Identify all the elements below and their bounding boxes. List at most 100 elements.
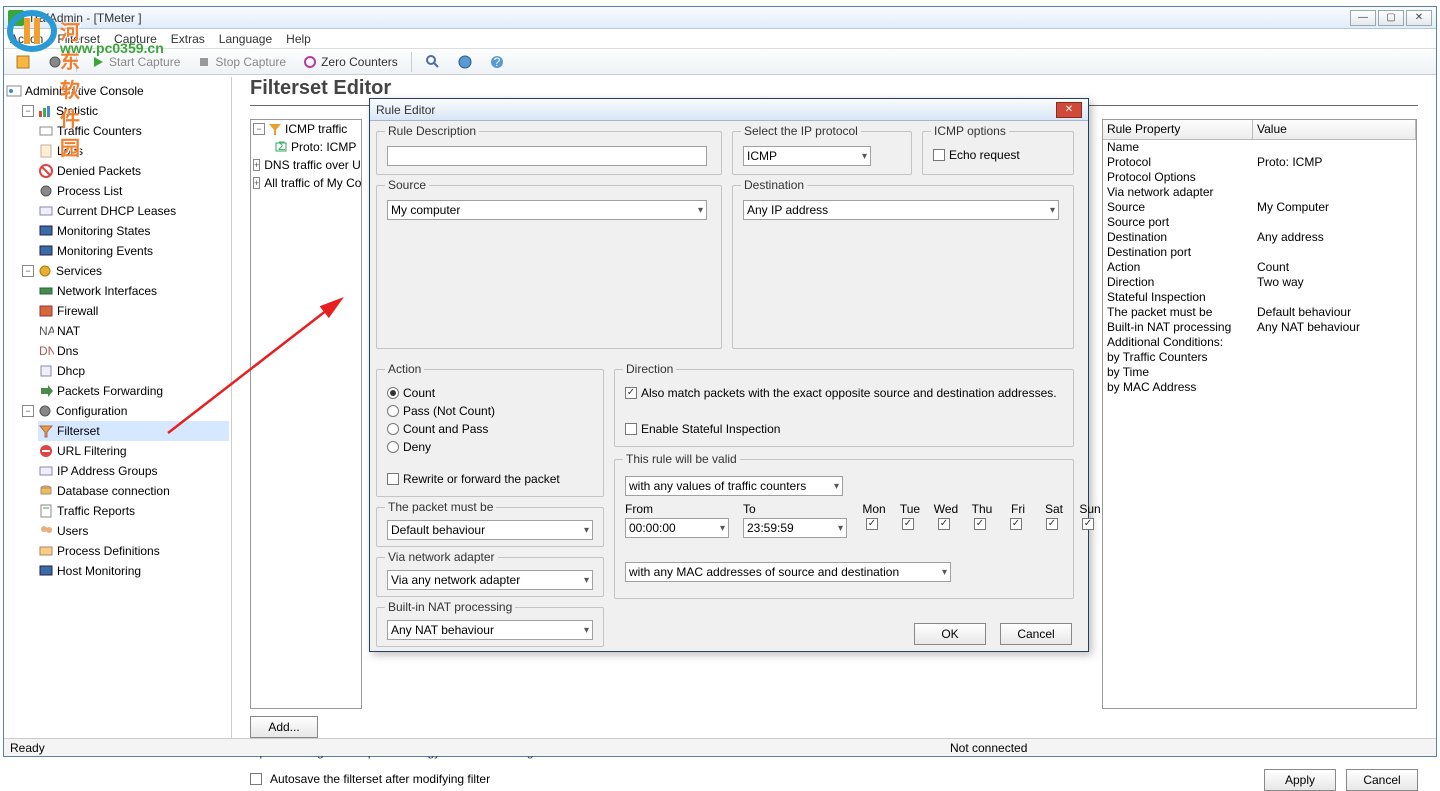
- direction-match-checkbox[interactable]: [625, 387, 637, 399]
- tree-traffic-reports[interactable]: Traffic Reports: [38, 501, 229, 521]
- tree-network-interfaces[interactable]: Network Interfaces: [38, 281, 229, 301]
- expand-icon[interactable]: +: [253, 159, 260, 171]
- rewrite-checkbox[interactable]: [387, 473, 399, 485]
- collapse-icon[interactable]: −: [22, 405, 34, 417]
- traffic-counter-combo[interactable]: with any values of traffic counters: [625, 476, 843, 496]
- menu-language[interactable]: Language: [219, 32, 272, 46]
- echo-request-checkbox[interactable]: [933, 149, 945, 161]
- tb-wizard[interactable]: [10, 52, 36, 72]
- tree-dns[interactable]: DNSDns: [38, 341, 229, 361]
- source-combo[interactable]: My computer: [387, 200, 707, 220]
- ok-button[interactable]: OK: [914, 623, 986, 645]
- prop-row[interactable]: Additional Conditions:: [1103, 335, 1416, 350]
- mac-combo[interactable]: with any MAC addresses of source and des…: [625, 562, 951, 582]
- packet-combo[interactable]: Default behaviour: [387, 520, 593, 540]
- collapse-icon[interactable]: −: [22, 105, 34, 117]
- menu-help[interactable]: Help: [286, 32, 311, 46]
- tree-ip-groups[interactable]: IP Address Groups: [38, 461, 229, 481]
- tree-process-list[interactable]: Process List: [38, 181, 229, 201]
- tree-process-definitions[interactable]: Process Definitions: [38, 541, 229, 561]
- prop-row[interactable]: Stateful Inspection: [1103, 290, 1416, 305]
- tree-users[interactable]: Users: [38, 521, 229, 541]
- tree-url-filtering[interactable]: URL Filtering: [38, 441, 229, 461]
- prop-row[interactable]: Destination port: [1103, 245, 1416, 260]
- day-fri-checkbox[interactable]: [1010, 518, 1022, 530]
- tree-packets-forwarding[interactable]: Packets Forwarding: [38, 381, 229, 401]
- zero-counters-button[interactable]: Zero Counters: [297, 52, 403, 72]
- action-count-radio[interactable]: [387, 387, 399, 399]
- prop-row[interactable]: ActionCount: [1103, 260, 1416, 275]
- to-time-combo[interactable]: 23:59:59: [743, 518, 847, 538]
- action-countpass-radio[interactable]: [387, 423, 399, 435]
- cancel-button[interactable]: Cancel: [1346, 769, 1418, 791]
- collapse-icon[interactable]: −: [253, 123, 265, 135]
- prop-h2[interactable]: Value: [1253, 120, 1416, 139]
- tree-logs[interactable]: Logs: [38, 141, 229, 161]
- day-thu-checkbox[interactable]: [974, 518, 986, 530]
- close-button[interactable]: ✕: [1406, 10, 1432, 26]
- tree-services[interactable]: −Services: [22, 261, 229, 281]
- day-tue-checkbox[interactable]: [902, 518, 914, 530]
- prop-row[interactable]: Source port: [1103, 215, 1416, 230]
- prop-row[interactable]: DestinationAny address: [1103, 230, 1416, 245]
- tree-dhcp-leases[interactable]: Current DHCP Leases: [38, 201, 229, 221]
- apply-button[interactable]: Apply: [1264, 769, 1336, 791]
- day-sun-checkbox[interactable]: [1082, 518, 1094, 530]
- from-time-combo[interactable]: 00:00:00: [625, 518, 729, 538]
- prop-row[interactable]: The packet must beDefault behaviour: [1103, 305, 1416, 320]
- tree-filterset[interactable]: Filterset: [38, 421, 229, 441]
- ft-row-dns[interactable]: +DNS traffic over UDP: [251, 156, 361, 174]
- tree-db-connection[interactable]: Database connection: [38, 481, 229, 501]
- tree-nat[interactable]: NATNAT: [38, 321, 229, 341]
- tree-root[interactable]: Administative Console: [6, 81, 229, 101]
- prop-row[interactable]: Protocol Options: [1103, 170, 1416, 185]
- dialog-close-button[interactable]: ✕: [1056, 102, 1082, 118]
- prop-row[interactable]: DirectionTwo way: [1103, 275, 1416, 290]
- rule-description-input[interactable]: [387, 146, 707, 166]
- action-deny-radio[interactable]: [387, 441, 399, 453]
- tb-help[interactable]: ?: [484, 52, 510, 72]
- prop-row[interactable]: Name: [1103, 140, 1416, 155]
- ft-row-all[interactable]: +All traffic of My Computer: [251, 174, 361, 192]
- prop-row[interactable]: Built-in NAT processingAny NAT behaviour: [1103, 320, 1416, 335]
- minimize-button[interactable]: —: [1350, 10, 1376, 26]
- prop-row[interactable]: SourceMy Computer: [1103, 200, 1416, 215]
- tree-statistic[interactable]: −Statistic: [22, 101, 229, 121]
- stop-capture-button[interactable]: Stop Capture: [191, 52, 291, 72]
- tb-settings[interactable]: [42, 52, 68, 72]
- ft-row-proto[interactable]: ΣProto: ICMP: [251, 138, 361, 156]
- nat-combo[interactable]: Any NAT behaviour: [387, 620, 593, 640]
- tb-search[interactable]: [420, 52, 446, 72]
- menu-capture[interactable]: Capture: [114, 32, 157, 46]
- maximize-button[interactable]: ▢: [1378, 10, 1404, 26]
- start-capture-button[interactable]: Start Capture: [85, 52, 185, 72]
- tree-traffic-counters[interactable]: Traffic Counters: [38, 121, 229, 141]
- tb-globe[interactable]: [452, 52, 478, 72]
- prop-row[interactable]: by MAC Address: [1103, 380, 1416, 395]
- tree-host-monitoring[interactable]: Host Monitoring: [38, 561, 229, 581]
- prop-row[interactable]: Via network adapter: [1103, 185, 1416, 200]
- expand-icon[interactable]: +: [253, 177, 260, 189]
- stateful-checkbox[interactable]: [625, 423, 637, 435]
- dialog-title-bar[interactable]: Rule Editor ✕: [370, 99, 1088, 121]
- adapter-combo[interactable]: Via any network adapter: [387, 570, 593, 590]
- menu-action[interactable]: Action: [10, 32, 43, 46]
- autosave-checkbox[interactable]: [250, 773, 262, 785]
- day-mon-checkbox[interactable]: [866, 518, 878, 530]
- tree-denied-packets[interactable]: Denied Packets: [38, 161, 229, 181]
- prop-h1[interactable]: Rule Property: [1103, 120, 1253, 139]
- destination-combo[interactable]: Any IP address: [743, 200, 1059, 220]
- filter-tree[interactable]: −ICMP traffic ΣProto: ICMP +DNS traffic …: [250, 119, 362, 709]
- prop-row[interactable]: by Traffic Counters: [1103, 350, 1416, 365]
- menu-extras[interactable]: Extras: [171, 32, 205, 46]
- action-pass-radio[interactable]: [387, 405, 399, 417]
- collapse-icon[interactable]: −: [22, 265, 34, 277]
- tree-configuration[interactable]: −Configuration: [22, 401, 229, 421]
- prop-row[interactable]: by Time: [1103, 365, 1416, 380]
- day-wed-checkbox[interactable]: [938, 518, 950, 530]
- dialog-cancel-button[interactable]: Cancel: [1000, 623, 1072, 645]
- ft-row-icmp[interactable]: −ICMP traffic: [251, 120, 361, 138]
- tree-monitoring-events[interactable]: Monitoring Events: [38, 241, 229, 261]
- day-sat-checkbox[interactable]: [1046, 518, 1058, 530]
- prop-row[interactable]: ProtocolProto: ICMP: [1103, 155, 1416, 170]
